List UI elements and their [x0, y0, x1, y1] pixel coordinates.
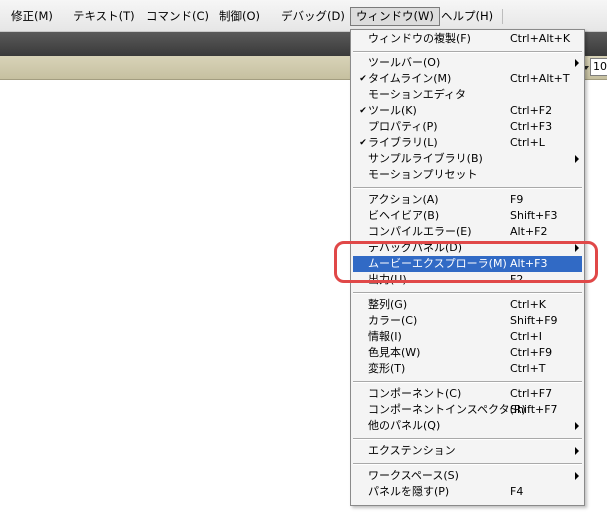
menu-item-label: ムービーエクスプローラ(M): [368, 257, 507, 270]
menu-item-compiler-errors[interactable]: コンパイルエラー(E) Alt+F2: [353, 224, 582, 240]
menu-item-label: コンポーネントインスペクタ(R): [368, 403, 526, 416]
menu-item-label: モーションエディタ: [368, 88, 467, 101]
menu-item-label: 色見本(W): [368, 346, 421, 359]
menu-item-components[interactable]: コンポーネント(C) Ctrl+F7: [353, 386, 582, 402]
menu-item-label: 出力(U): [368, 273, 407, 286]
menu-item-shortcut: Ctrl+F9: [510, 346, 553, 359]
checkmark-icon: ✔: [359, 74, 367, 84]
menu-debug[interactable]: デバッグ(D): [276, 7, 350, 26]
menu-item-behaviors[interactable]: ビヘイビア(B) Shift+F3: [353, 208, 582, 224]
menu-item-label: 整列(G): [368, 298, 408, 311]
menu-item-shortcut: Alt+F2: [510, 225, 548, 238]
menu-item-shortcut: Ctrl+Alt+T: [510, 72, 570, 85]
menu-divider: [353, 51, 582, 53]
menu-item-sample-library[interactable]: サンプルライブラリ(B): [353, 151, 582, 167]
zoom-field[interactable]: 10: [590, 58, 607, 76]
menu-divider: [353, 187, 582, 189]
menu-item-shortcut: Shift+F7: [510, 403, 558, 416]
menu-item-motion-presets[interactable]: モーションプリセット: [353, 167, 582, 183]
menu-item-label: 変形(T): [368, 362, 406, 375]
menu-item-label: 情報(I): [368, 330, 402, 343]
submenu-arrow-icon: [575, 59, 579, 67]
menu-item-shortcut: Ctrl+K: [510, 298, 547, 311]
menu-item-color[interactable]: カラー(C) Shift+F9: [353, 313, 582, 329]
menu-item-label: モーションプリセット: [368, 168, 478, 181]
menu-item-tools[interactable]: ✔ ツール(K) Ctrl+F2: [353, 103, 582, 119]
menu-item-movie-explorer[interactable]: ムービーエクスプローラ(M) Alt+F3: [353, 256, 582, 272]
menu-help[interactable]: ヘルプ(H): [436, 7, 498, 26]
menu-item-other-panels[interactable]: 他のパネル(Q): [353, 418, 582, 434]
menu-item-shortcut: Ctrl+T: [510, 362, 546, 375]
menu-item-label: ビヘイビア(B): [368, 209, 440, 222]
menu-item-shortcut: Ctrl+F3: [510, 120, 553, 133]
menu-item-label: コンパイルエラー(E): [368, 225, 472, 238]
menu-item-label: プロパティ(P): [368, 120, 438, 133]
menu-item-label: 他のパネル(Q): [368, 419, 441, 432]
menu-window[interactable]: ウィンドウ(W): [350, 7, 440, 26]
submenu-arrow-icon: [575, 447, 579, 455]
menu-item-shortcut: Shift+F9: [510, 314, 558, 327]
menu-item-shortcut: Ctrl+Alt+K: [510, 32, 571, 45]
menu-item-shortcut: Ctrl+F2: [510, 104, 553, 117]
menu-text[interactable]: テキスト(T): [68, 7, 140, 26]
menu-item-info[interactable]: 情報(I) Ctrl+I: [353, 329, 582, 345]
menu-item-label: コンポーネント(C): [368, 387, 462, 400]
menubar-separator: [502, 9, 503, 24]
menu-item-shortcut: Ctrl+I: [510, 330, 543, 343]
menu-control[interactable]: 制御(O): [214, 7, 265, 26]
menu-item-label: ツールバー(O): [368, 56, 441, 69]
menu-divider: [353, 292, 582, 294]
checkmark-icon: ✔: [359, 106, 367, 116]
menu-item-label: ツール(K): [368, 104, 417, 117]
menu-item-label: アクション(A): [368, 193, 439, 206]
menu-commands[interactable]: コマンド(C): [141, 7, 214, 26]
menu-item-actions[interactable]: アクション(A) F9: [353, 192, 582, 208]
menu-item-shortcut: Ctrl+L: [510, 136, 545, 149]
menu-bar: 修正(M) テキスト(T) コマンド(C) 制御(O) デバッグ(D) ウィンド…: [0, 0, 607, 32]
menu-item-label: エクステンション: [368, 444, 456, 457]
menu-item-label: サンプルライブラリ(B): [368, 152, 483, 165]
menu-item-properties[interactable]: プロパティ(P) Ctrl+F3: [353, 119, 582, 135]
menu-item-toolbars[interactable]: ツールバー(O): [353, 55, 582, 71]
menu-item-label: タイムライン(M): [368, 72, 452, 85]
menu-item-label: ウィンドウの複製(F): [368, 32, 471, 45]
window-menu-dropdown: ウィンドウの複製(F) Ctrl+Alt+K ツールバー(O) ✔ タイムライン…: [350, 29, 585, 506]
menu-item-label: ワークスペース(S): [368, 469, 459, 482]
menu-item-component-inspector[interactable]: コンポーネントインスペクタ(R) Shift+F7: [353, 402, 582, 418]
menu-item-label: カラー(C): [368, 314, 418, 327]
menu-item-library[interactable]: ✔ ライブラリ(L) Ctrl+L: [353, 135, 582, 151]
menu-divider: [353, 381, 582, 383]
menu-item-duplicate-window[interactable]: ウィンドウの複製(F) Ctrl+Alt+K: [353, 31, 582, 47]
menu-item-shortcut: F2: [510, 273, 524, 286]
menu-item-shortcut: Shift+F3: [510, 209, 558, 222]
menu-item-debug-panels[interactable]: デバッグパネル(D): [353, 240, 582, 256]
menu-modify[interactable]: 修正(M): [6, 7, 58, 26]
menu-item-label: パネルを隠す(P): [368, 485, 450, 498]
menu-item-shortcut: F4: [510, 485, 524, 498]
submenu-arrow-icon: [575, 472, 579, 480]
menu-item-transform[interactable]: 変形(T) Ctrl+T: [353, 361, 582, 377]
submenu-arrow-icon: [575, 155, 579, 163]
menu-item-shortcut: Ctrl+F7: [510, 387, 553, 400]
menu-item-extensions[interactable]: エクステンション: [353, 443, 582, 459]
menu-item-output[interactable]: 出力(U) F2: [353, 272, 582, 288]
menu-divider: [353, 463, 582, 465]
submenu-arrow-icon: [575, 422, 579, 430]
menu-item-hide-panels[interactable]: パネルを隠す(P) F4: [353, 484, 582, 500]
menu-item-shortcut: F9: [510, 193, 524, 206]
menu-item-shortcut: Alt+F3: [510, 257, 548, 270]
menu-item-label: ライブラリ(L): [368, 136, 438, 149]
menu-item-align[interactable]: 整列(G) Ctrl+K: [353, 297, 582, 313]
submenu-arrow-icon: [575, 244, 579, 252]
menu-item-label: デバッグパネル(D): [368, 241, 463, 254]
menu-divider: [353, 438, 582, 440]
menu-item-timeline[interactable]: ✔ タイムライン(M) Ctrl+Alt+T: [353, 71, 582, 87]
menu-item-motion-editor[interactable]: モーションエディタ: [353, 87, 582, 103]
menu-item-swatches[interactable]: 色見本(W) Ctrl+F9: [353, 345, 582, 361]
menu-item-workspace[interactable]: ワークスペース(S): [353, 468, 582, 484]
checkmark-icon: ✔: [359, 138, 367, 148]
